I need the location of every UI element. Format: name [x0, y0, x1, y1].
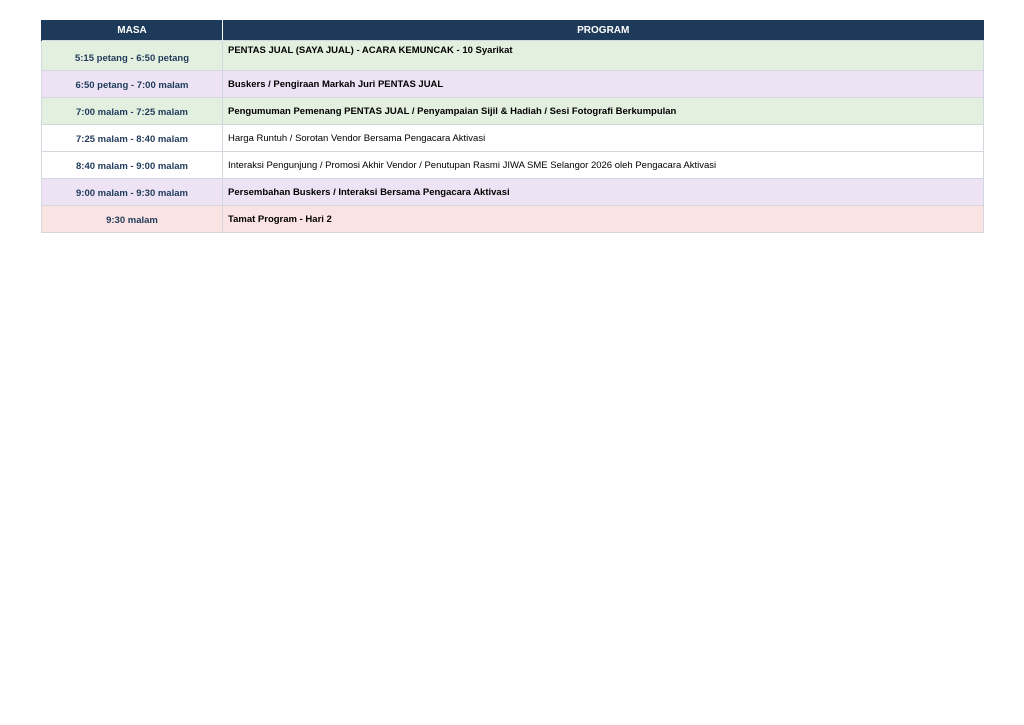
time-cell: 7:25 malam - 8:40 malam — [41, 124, 223, 152]
table-row: 6:50 petang - 7:00 malam Buskers / Pengi… — [41, 70, 984, 98]
schedule-table: MASA PROGRAM 5:15 petang - 6:50 petang P… — [41, 20, 984, 233]
table-row: 5:15 petang - 6:50 petang PENTAS JUAL (S… — [41, 40, 984, 71]
header-row: MASA PROGRAM — [41, 20, 984, 41]
table-row: 9:30 malam Tamat Program - Hari 2 — [41, 205, 984, 233]
table-row: 7:25 malam - 8:40 malam Harga Runtuh / S… — [41, 124, 984, 152]
program-cell: Interaksi Pengunjung / Promosi Akhir Ven… — [222, 151, 984, 179]
time-cell: 5:15 petang - 6:50 petang — [41, 40, 223, 71]
time-cell: 9:00 malam - 9:30 malam — [41, 178, 223, 206]
schedule-sheet: MASA PROGRAM 5:15 petang - 6:50 petang P… — [41, 20, 984, 233]
header-program: PROGRAM — [222, 20, 984, 41]
time-cell: 8:40 malam - 9:00 malam — [41, 151, 223, 179]
table-row: 7:00 malam - 7:25 malam Pengumuman Pemen… — [41, 97, 984, 125]
table-row: 8:40 malam - 9:00 malam Interaksi Pengun… — [41, 151, 984, 179]
table-header: MASA PROGRAM — [41, 20, 984, 41]
time-cell: 6:50 petang - 7:00 malam — [41, 70, 223, 98]
table-row: 9:00 malam - 9:30 malam Persembahan Busk… — [41, 178, 984, 206]
time-cell: 9:30 malam — [41, 205, 223, 233]
program-cell: Buskers / Pengiraan Markah Juri PENTAS J… — [222, 70, 984, 98]
program-cell: Harga Runtuh / Sorotan Vendor Bersama Pe… — [222, 124, 984, 152]
program-cell: PENTAS JUAL (SAYA JUAL) - ACARA KEMUNCAK… — [222, 40, 984, 71]
program-cell: Tamat Program - Hari 2 — [222, 205, 984, 233]
header-masa: MASA — [41, 20, 223, 41]
time-cell: 7:00 malam - 7:25 malam — [41, 97, 223, 125]
program-cell: Persembahan Buskers / Interaksi Bersama … — [222, 178, 984, 206]
program-cell: Pengumuman Pemenang PENTAS JUAL / Penyam… — [222, 97, 984, 125]
table-body: 5:15 petang - 6:50 petang PENTAS JUAL (S… — [41, 40, 984, 233]
